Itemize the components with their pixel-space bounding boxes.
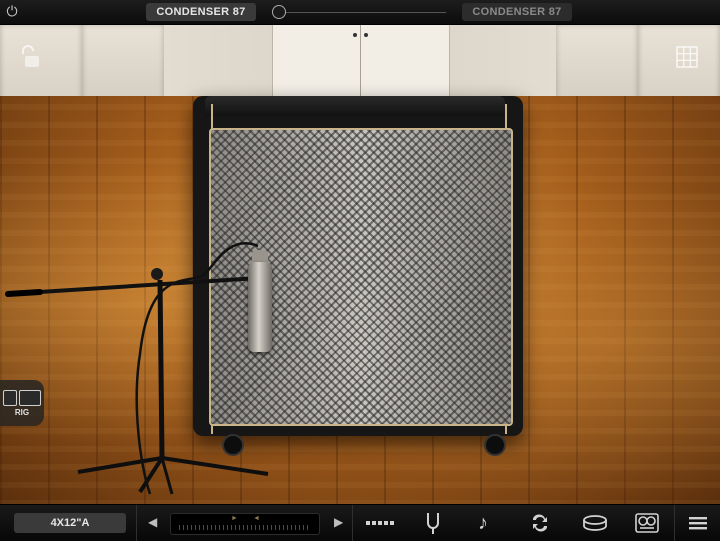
power-icon[interactable]: ⏻ xyxy=(4,3,20,19)
top-bar: ⏻ CONDENSER 87 CONDENSER 87 xyxy=(0,0,720,25)
divider xyxy=(136,505,137,541)
marker-icon: ◄ xyxy=(253,515,260,522)
divider xyxy=(352,505,353,541)
drum-icon[interactable] xyxy=(582,511,608,541)
bottom-bar: 4X12"A ◀ ► ◄ ▶ ♪ xyxy=(0,504,720,541)
rig-button[interactable]: RIG xyxy=(0,380,44,426)
tape-recorder-icon[interactable] xyxy=(634,511,660,541)
pedal-icon xyxy=(3,389,17,406)
marker-icon: ► xyxy=(231,515,238,522)
condenser-microphone[interactable] xyxy=(248,262,272,352)
mic-a-selector[interactable]: CONDENSER 87 xyxy=(146,3,256,21)
divider xyxy=(674,505,675,541)
menu-icon[interactable] xyxy=(688,511,708,541)
preset-display[interactable]: ► ◄ xyxy=(170,513,320,535)
amp-icon xyxy=(19,389,41,406)
presets-icon[interactable] xyxy=(366,521,394,525)
rig-icon xyxy=(3,389,41,406)
dot xyxy=(366,521,370,525)
dot xyxy=(372,521,376,525)
rig-label: RIG xyxy=(14,407,30,417)
loop-icon[interactable] xyxy=(528,511,552,541)
mic-b-selector[interactable]: CONDENSER 87 xyxy=(462,3,572,21)
mic-stand[interactable] xyxy=(0,24,720,504)
tuning-fork-icon[interactable] xyxy=(424,511,442,541)
dot xyxy=(384,521,388,525)
dot xyxy=(378,521,382,525)
previous-arrow-icon[interactable]: ◀ xyxy=(148,515,157,529)
cabinet-room: RIG xyxy=(0,24,720,504)
music-note-icon[interactable]: ♪ xyxy=(478,511,488,535)
mic-blend-track[interactable] xyxy=(272,12,446,13)
cabinet-selector[interactable]: 4X12"A xyxy=(14,513,126,533)
mic-blend-knob[interactable] xyxy=(272,5,286,19)
next-arrow-icon[interactable]: ▶ xyxy=(334,515,343,529)
display-ticks xyxy=(179,525,311,530)
dot xyxy=(390,521,394,525)
